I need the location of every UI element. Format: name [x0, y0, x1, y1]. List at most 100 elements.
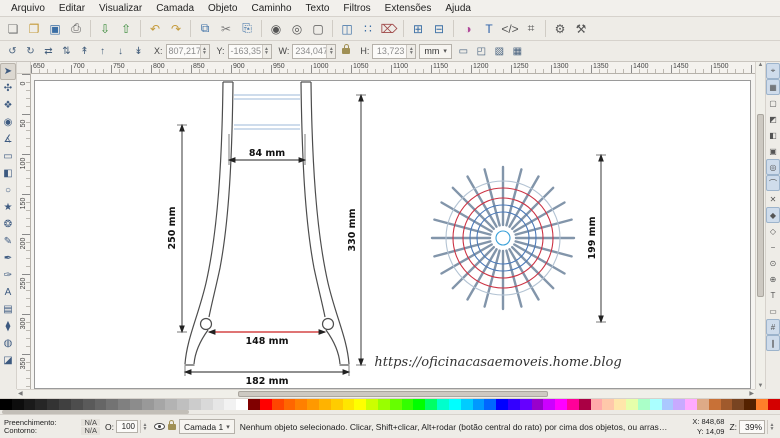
opacity-field[interactable]: 100 — [116, 420, 138, 433]
star-tool[interactable]: ★ — [0, 199, 16, 216]
spiral-tool[interactable]: ❂ — [0, 216, 16, 233]
import-image-button[interactable]: ⇩ — [95, 19, 115, 39]
palette-swatch[interactable] — [106, 399, 118, 410]
palette-swatch[interactable] — [366, 399, 378, 410]
text-tool[interactable]: A — [0, 284, 16, 301]
palette-swatch[interactable] — [461, 399, 473, 410]
align-distribute-dialog-button[interactable]: ⌗ — [521, 19, 541, 39]
palette-swatch[interactable] — [12, 399, 24, 410]
export-image-button[interactable]: ⇧ — [116, 19, 136, 39]
node-editor-tool[interactable]: ✣ — [0, 80, 16, 97]
palette-swatch[interactable] — [272, 399, 284, 410]
canvas[interactable]: 84 mm 250 mm 330 mm 148 mm 182 mm 199 mm… — [31, 74, 755, 389]
lower-to-bottom-button[interactable]: ↡ — [130, 43, 147, 60]
snap-cusp-nodes-button[interactable]: ◆ — [766, 207, 780, 223]
palette-swatch[interactable] — [118, 399, 130, 410]
snap-bbox-corners-button[interactable]: ◩ — [766, 111, 780, 127]
horizontal-scrollbar[interactable]: ◀ ▶ — [17, 389, 755, 398]
palette-swatch[interactable] — [520, 399, 532, 410]
y-value[interactable]: -163,35 — [229, 46, 262, 56]
x-value[interactable]: 807,217 — [167, 46, 200, 56]
open-document-button[interactable]: ❐ — [24, 19, 44, 39]
palette-swatch[interactable] — [189, 399, 201, 410]
save-document-button[interactable]: ▣ — [45, 19, 65, 39]
bezier-pen-tool[interactable]: ✒ — [0, 250, 16, 267]
stroke-value[interactable]: N/A — [81, 427, 100, 435]
palette-swatch[interactable] — [165, 399, 177, 410]
zoom-to-drawing-button[interactable]: ◎ — [287, 19, 307, 39]
palette-swatch[interactable] — [71, 399, 83, 410]
affect-scale-gradients-button[interactable]: ▧ — [491, 43, 508, 60]
layer-lock-icon[interactable] — [168, 424, 176, 430]
menu-objeto[interactable]: Objeto — [201, 2, 244, 15]
wheel-drawing[interactable] — [432, 167, 574, 309]
palette-swatch[interactable] — [437, 399, 449, 410]
palette-swatch[interactable] — [543, 399, 555, 410]
xml-editor-button[interactable]: </> — [500, 19, 520, 39]
snap-line-midpoints-button[interactable]: − — [766, 239, 780, 255]
create-clone-button[interactable]: ∷ — [358, 19, 378, 39]
palette-swatch[interactable] — [319, 399, 331, 410]
lock-ratio-button[interactable] — [339, 44, 353, 59]
palette-swatch[interactable] — [24, 399, 36, 410]
palette-swatch[interactable] — [709, 399, 721, 410]
new-document-button[interactable]: ❏ — [3, 19, 23, 39]
menu-filtros[interactable]: Filtros — [336, 2, 377, 15]
palette-swatch[interactable] — [331, 399, 343, 410]
y-field[interactable]: -163,35▲▼ — [228, 44, 272, 59]
vertical-scrollbar[interactable]: ▲ ▼ — [755, 62, 765, 389]
palette-swatch[interactable] — [390, 399, 402, 410]
snap-bounding-box-button[interactable]: ▦ — [766, 79, 780, 95]
unit-dropdown[interactable]: mm▾ — [419, 44, 452, 59]
palette-swatch[interactable] — [0, 399, 12, 410]
snap-grids-button[interactable]: # — [766, 319, 780, 335]
text-dialog-button[interactable]: T — [479, 19, 499, 39]
palette-swatch[interactable] — [402, 399, 414, 410]
layer-dropdown[interactable]: Camada 1 ▾ — [179, 419, 235, 434]
snap-nodes-button[interactable]: ◎ — [766, 159, 780, 175]
zoom-tool[interactable]: ◉ — [0, 114, 16, 131]
width-field[interactable]: 234,047▲▼ — [292, 44, 336, 59]
inkscape-preferences-button[interactable]: ⚒ — [571, 19, 591, 39]
palette-swatch[interactable] — [591, 399, 603, 410]
menu-ajuda[interactable]: Ajuda — [438, 2, 478, 15]
raise-button[interactable]: ↑ — [94, 43, 111, 60]
affect-scale-corners-button[interactable]: ◰ — [473, 43, 490, 60]
gradient-tool[interactable]: ▤ — [0, 301, 16, 318]
x-spinner[interactable]: ▲▼ — [200, 45, 209, 58]
scroll-left-icon[interactable]: ◀ — [18, 390, 23, 398]
snap-page-border-button[interactable]: ▭ — [766, 303, 780, 319]
print-document-button[interactable]: ⎙ — [66, 19, 86, 39]
palette-swatch[interactable] — [756, 399, 768, 410]
palette-swatch[interactable] — [354, 399, 366, 410]
palette-swatch[interactable] — [579, 399, 591, 410]
snap-bbox-centers-button[interactable]: ▣ — [766, 143, 780, 159]
selector-tool[interactable]: ➤ — [0, 63, 16, 80]
document-properties-button[interactable]: ⚙ — [550, 19, 570, 39]
palette-swatch[interactable] — [248, 399, 260, 410]
palette-swatch[interactable] — [496, 399, 508, 410]
menu-texto[interactable]: Texto — [299, 2, 337, 15]
palette-swatch[interactable] — [307, 399, 319, 410]
menu-arquivo[interactable]: Arquivo — [4, 2, 52, 15]
zoom-field[interactable]: 39% — [739, 420, 765, 434]
palette-swatch[interactable] — [213, 399, 225, 410]
palette-swatch[interactable] — [95, 399, 107, 410]
opacity-spinner[interactable]: ▲▼ — [140, 420, 149, 433]
snap-bbox-edge-midpoints-button[interactable]: ◧ — [766, 127, 780, 143]
zoom-spinner[interactable]: ▲▼ — [767, 420, 776, 434]
palette-swatch[interactable] — [508, 399, 520, 410]
menu-caminho[interactable]: Caminho — [244, 2, 298, 15]
scroll-right-icon[interactable]: ▶ — [749, 390, 754, 398]
affect-scale-stroke-button[interactable]: ▭ — [455, 43, 472, 60]
cut-button[interactable]: ✂ — [216, 19, 236, 39]
vertical-scroll-thumb[interactable] — [757, 114, 764, 297]
palette-swatch[interactable] — [768, 399, 780, 410]
palette-swatch[interactable] — [473, 399, 485, 410]
palette-swatch[interactable] — [555, 399, 567, 410]
palette-swatch[interactable] — [201, 399, 213, 410]
menu-editar[interactable]: Editar — [52, 2, 92, 15]
palette-swatch[interactable] — [378, 399, 390, 410]
ruler-vertical[interactable]: 050100150200250300350 — [17, 74, 31, 389]
fill-stroke-dialog-button[interactable]: ◑ — [458, 19, 478, 39]
